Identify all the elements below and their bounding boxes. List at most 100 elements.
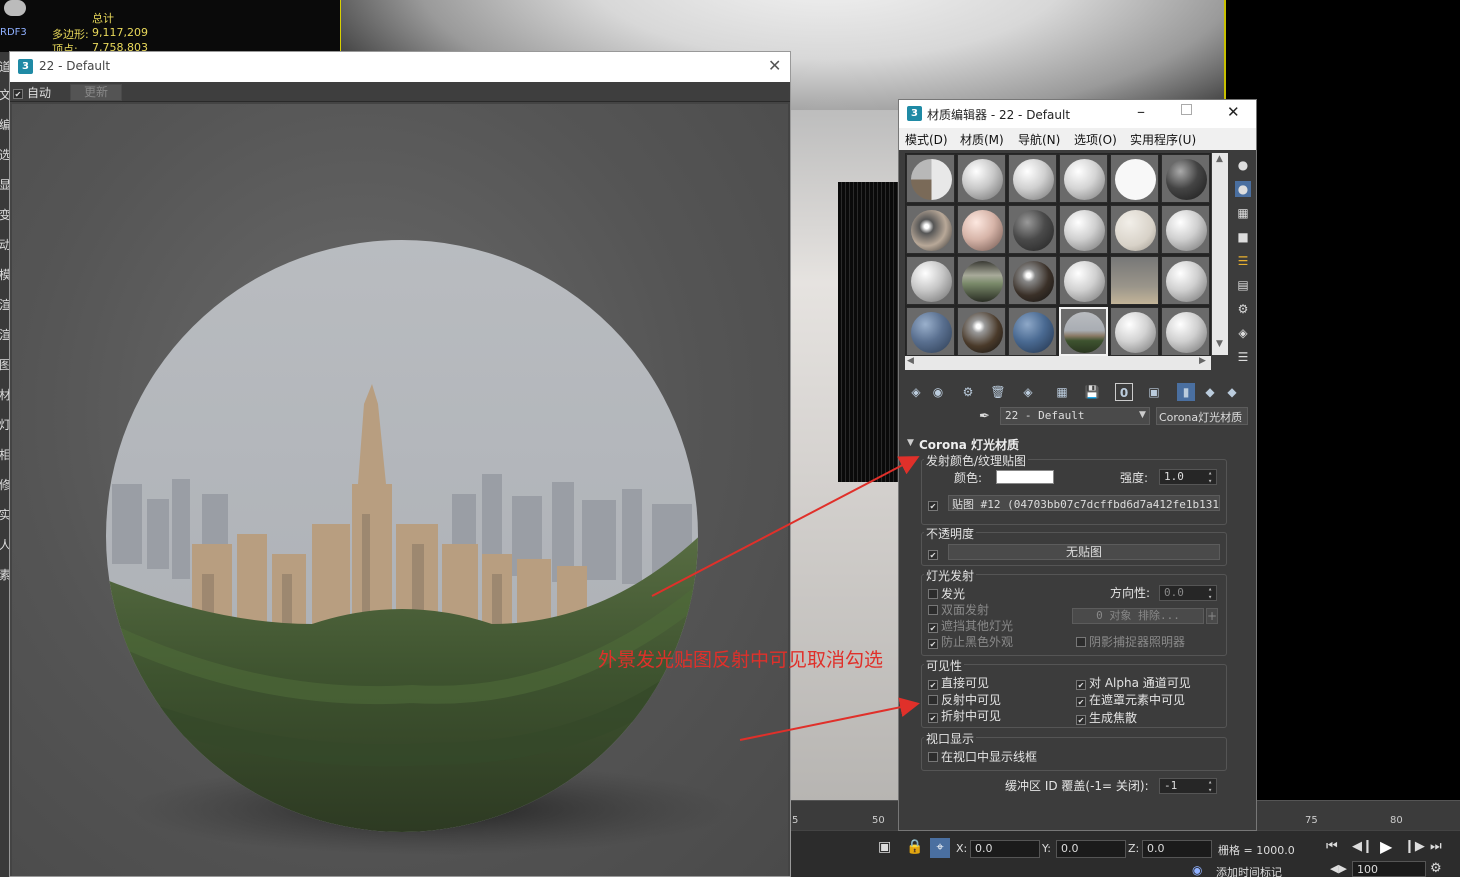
z-coordinate-field[interactable]: 0.0 <box>1142 840 1212 858</box>
chevron-down-icon[interactable]: ▼ <box>1139 410 1146 420</box>
emission-color-swatch[interactable] <box>996 470 1054 484</box>
exclude-add-icon[interactable]: + <box>1206 608 1218 624</box>
direct-visibility-checkbox[interactable]: ✔ 直接可见 <box>928 674 989 691</box>
minimize-icon[interactable]: – <box>1137 102 1145 121</box>
sample-slot[interactable] <box>957 154 1006 203</box>
sample-slot[interactable] <box>906 205 955 254</box>
shadow-catcher-checkbox[interactable]: 阴影捕捉器照明器 <box>1076 633 1185 650</box>
go-to-parent-icon[interactable]: ◆ <box>1201 383 1219 401</box>
close-icon[interactable]: ✕ <box>1227 103 1240 121</box>
material-map-navigator-icon[interactable]: ☰ <box>1235 349 1251 365</box>
previous-frame-icon[interactable]: ◀❙ <box>1352 839 1373 854</box>
x-coordinate-field[interactable]: 0.0 <box>970 840 1040 858</box>
sample-slot[interactable] <box>1110 154 1159 203</box>
get-material-icon[interactable]: ◈ <box>907 383 925 401</box>
play-icon[interactable]: ▶ <box>1380 837 1392 856</box>
key-mode-icon[interactable]: ◀▶ <box>1330 862 1347 875</box>
show-shaded-icon[interactable]: ▣ <box>1145 383 1163 401</box>
auto-checkbox[interactable]: ✔ <box>13 85 26 99</box>
put-to-library-icon[interactable]: 💾 <box>1083 383 1101 401</box>
sample-slot[interactable] <box>1008 307 1057 356</box>
material-type-button[interactable]: Corona灯光材质 <box>1156 407 1248 425</box>
sample-slot[interactable] <box>957 256 1006 305</box>
scroll-right-icon[interactable]: ▶ <box>1199 356 1206 366</box>
make-unique-icon[interactable]: ▦ <box>1053 383 1071 401</box>
mask-visibility-checkbox[interactable]: ✔ 在遮罩元素中可见 <box>1076 691 1185 708</box>
y-coordinate-field[interactable]: 0.0 <box>1056 840 1126 858</box>
make-preview-icon[interactable]: ▤ <box>1235 277 1251 293</box>
slots-horizontal-scrollbar[interactable]: ◀ ▶ <box>905 356 1211 370</box>
exclude-button[interactable]: 0 对象 排除... <box>1072 608 1204 624</box>
backlight-icon[interactable]: ● <box>1235 181 1251 197</box>
sample-slot[interactable] <box>1161 307 1210 356</box>
current-frame-field[interactable]: 100 <box>1352 861 1426 877</box>
options-icon[interactable]: ⚙ <box>1235 301 1251 317</box>
opacity-map-button[interactable]: 无贴图 <box>948 544 1220 560</box>
slots-vertical-scrollbar[interactable]: ▲ ▼ <box>1212 153 1228 355</box>
sample-slot[interactable] <box>1059 154 1108 203</box>
material-name-field[interactable]: 22 - Default <box>1000 407 1150 425</box>
sample-slot[interactable] <box>957 307 1006 356</box>
emit-light-checkbox[interactable]: 发光 <box>928 585 965 602</box>
next-frame-icon[interactable]: ❙▶ <box>1404 839 1425 854</box>
reflection-visibility-checkbox[interactable]: 反射中可见 <box>928 691 1001 708</box>
video-color-check-icon[interactable]: ☰ <box>1235 253 1251 269</box>
selection-frame-icon[interactable]: ▣ <box>878 839 891 855</box>
maximize-icon[interactable] <box>1181 104 1192 115</box>
add-time-tag-button[interactable]: 添加时间标记 <box>1216 864 1282 877</box>
rollout-title[interactable]: Corona 灯光材质 <box>919 436 1019 453</box>
material-editor-titlebar[interactable]: 3 材质编辑器 - 22 - Default – ✕ <box>899 100 1256 128</box>
material-id-channel-icon[interactable]: 0 <box>1115 383 1133 401</box>
material-preview-window[interactable]: 3 22 - Default ✕ ✔ 自动 更新 <box>9 51 791 877</box>
absolute-mode-icon[interactable]: ⌖ <box>930 838 950 858</box>
uv-tiling-icon[interactable]: ■ <box>1235 229 1251 245</box>
sample-slot-selected[interactable] <box>1059 307 1108 356</box>
scroll-left-icon[interactable]: ◀ <box>907 356 914 366</box>
menu-mode[interactable]: 模式(D) <box>905 131 948 148</box>
sample-type-icon[interactable]: ● <box>1235 157 1251 173</box>
sample-slot[interactable] <box>957 205 1006 254</box>
reset-map-icon[interactable]: 🗑 <box>989 383 1007 401</box>
go-forward-to-sibling-icon[interactable]: ◆ <box>1223 383 1241 401</box>
show-end-result-icon[interactable]: ▮ <box>1177 383 1195 401</box>
sample-slot[interactable] <box>1161 256 1210 305</box>
menu-material[interactable]: 材质(M) <box>960 131 1004 148</box>
menu-options[interactable]: 选项(O) <box>1074 131 1117 148</box>
time-config-icon[interactable]: ⚙ <box>1430 861 1442 876</box>
emission-map-button[interactable]: 贴图 #12 (04703bb07c7dcffbd6d7a412fe1b131.… <box>948 495 1220 511</box>
update-button[interactable]: 更新 <box>70 84 122 101</box>
viewport-label-icon[interactable] <box>4 0 26 16</box>
lock-icon[interactable]: 🔒 <box>906 839 923 855</box>
assign-to-selection-icon[interactable]: ⚙ <box>959 383 977 401</box>
two-sided-checkbox[interactable]: 双面发射 <box>928 601 989 618</box>
sample-slot[interactable] <box>1110 256 1159 305</box>
pick-material-eyedropper-icon[interactable]: ✒ <box>979 409 990 424</box>
occlude-lights-checkbox[interactable]: ✔ 遮挡其他灯光 <box>928 617 1013 634</box>
background-checker-icon[interactable]: ▦ <box>1235 205 1251 221</box>
caustics-checkbox[interactable]: ✔ 生成焦散 <box>1076 709 1137 726</box>
make-copy-icon[interactable]: ◈ <box>1019 383 1037 401</box>
go-to-end-icon[interactable]: ⏭ <box>1430 839 1442 854</box>
sample-slot[interactable] <box>906 154 955 203</box>
sample-slot[interactable] <box>1008 256 1057 305</box>
sample-slot[interactable] <box>1161 205 1210 254</box>
sample-slot[interactable] <box>1008 154 1057 203</box>
emission-map-checkbox[interactable]: ✔ <box>928 497 941 511</box>
sample-slot[interactable] <box>1110 205 1159 254</box>
close-icon[interactable]: ✕ <box>768 56 781 75</box>
refraction-visibility-checkbox[interactable]: ✔ 折射中可见 <box>928 707 1001 724</box>
rollout-collapse-icon[interactable]: ▼ <box>907 438 914 448</box>
sample-slot[interactable] <box>1008 205 1057 254</box>
alpha-visibility-checkbox[interactable]: ✔ 对 Alpha 通道可见 <box>1076 674 1191 691</box>
intensity-spinner[interactable]: 1.0 <box>1159 469 1217 485</box>
sample-slot[interactable] <box>1110 307 1159 356</box>
preview-window-titlebar[interactable]: 3 22 - Default ✕ <box>10 52 790 82</box>
directionality-spinner[interactable]: 0.0 <box>1159 585 1217 601</box>
time-tag-icon[interactable]: ◉ <box>1192 863 1202 877</box>
show-wireframe-checkbox[interactable]: 在视口中显示线框 <box>928 748 1037 765</box>
menu-utilities[interactable]: 实用程序(U) <box>1130 131 1196 148</box>
put-to-scene-icon[interactable]: ◉ <box>929 383 947 401</box>
scroll-up-icon[interactable]: ▲ <box>1216 154 1223 164</box>
sample-slot[interactable] <box>1059 256 1108 305</box>
select-by-material-icon[interactable]: ◈ <box>1235 325 1251 341</box>
